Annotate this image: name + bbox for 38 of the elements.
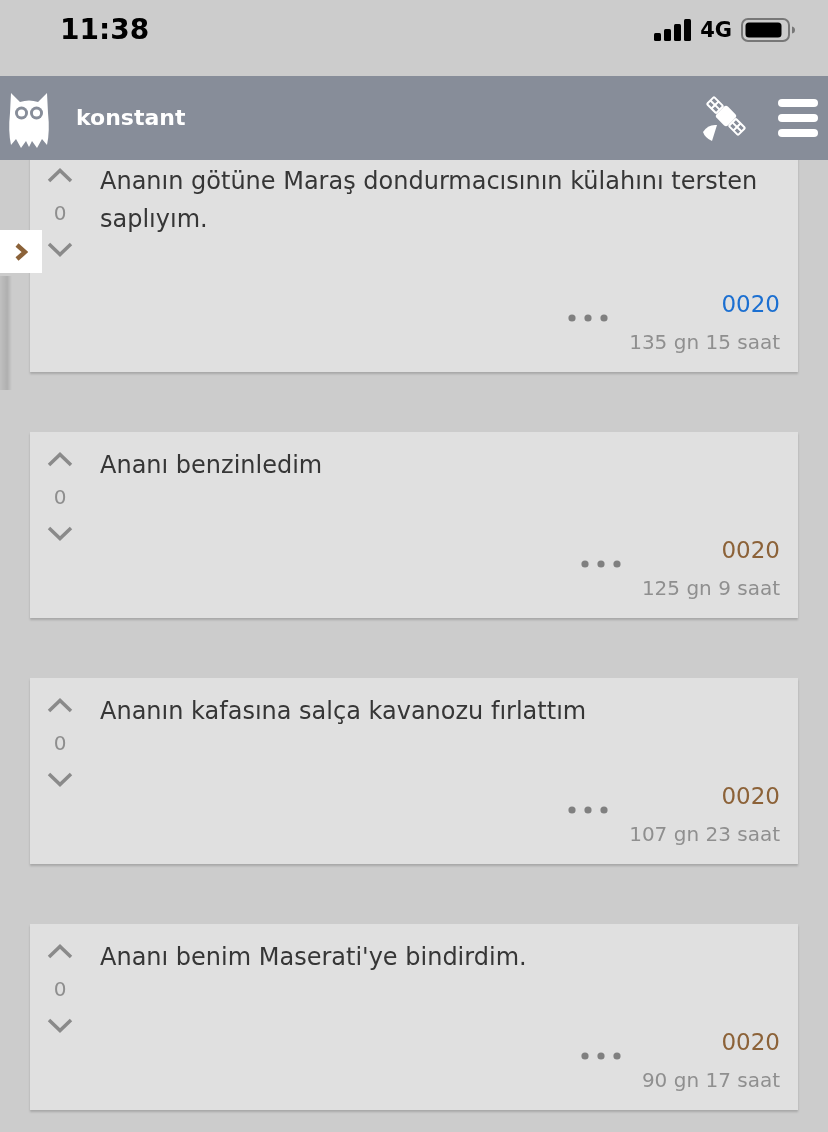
chevron-right-icon	[14, 241, 28, 262]
entry-date: 135 gn 15 saat	[629, 329, 780, 356]
author-link[interactable]: 0020	[721, 780, 780, 812]
chevron-up-icon[interactable]	[47, 698, 73, 713]
author-link[interactable]: 0020	[721, 534, 780, 566]
entry-text: Ananı benim Maserati'ye bindirdim.	[100, 942, 528, 973]
battery-icon	[741, 18, 795, 42]
vote-count: 0	[53, 731, 67, 755]
ellipsis-icon[interactable]	[568, 806, 609, 814]
chevron-up-icon[interactable]	[47, 452, 73, 467]
app-title: konstant	[76, 104, 186, 132]
entry-date: 107 gn 23 saat	[629, 821, 780, 848]
ellipsis-icon[interactable]	[568, 314, 609, 322]
entry-text: Ananı benzinledim	[100, 450, 324, 481]
chevron-down-icon[interactable]	[47, 242, 73, 257]
chevron-down-icon[interactable]	[47, 1018, 73, 1033]
chevron-down-icon[interactable]	[47, 526, 73, 541]
menu-icon[interactable]	[778, 99, 818, 137]
drawer-toggle-button[interactable]	[0, 230, 42, 273]
vote-count: 0	[53, 485, 67, 509]
entry-date: 90 gn 17 saat	[641, 1067, 780, 1094]
chevron-down-icon[interactable]	[47, 772, 73, 787]
entry-text: Ananın kafasına salça kavanozu fırlattım	[100, 696, 588, 727]
signal-icon	[654, 19, 693, 41]
ellipsis-icon[interactable]	[580, 1052, 621, 1060]
author-link[interactable]: 0020	[721, 288, 780, 320]
vote-count: 0	[53, 201, 67, 225]
chevron-up-icon[interactable]	[47, 168, 73, 183]
owl-icon[interactable]	[8, 91, 50, 149]
network-type: 4G	[700, 18, 732, 42]
ellipsis-icon[interactable]	[580, 560, 621, 568]
chevron-up-icon[interactable]	[47, 944, 73, 959]
entry-date: 125 gn 9 saat	[641, 575, 780, 602]
author-link[interactable]: 0020	[721, 1026, 780, 1058]
status-time: 11:38	[60, 14, 150, 46]
satellite-icon[interactable]	[700, 94, 748, 142]
entry-text: Ananın götüne Maraş dondurmacısının külahını tersten saplıyım.	[100, 166, 759, 235]
vote-count: 0	[53, 977, 67, 1001]
